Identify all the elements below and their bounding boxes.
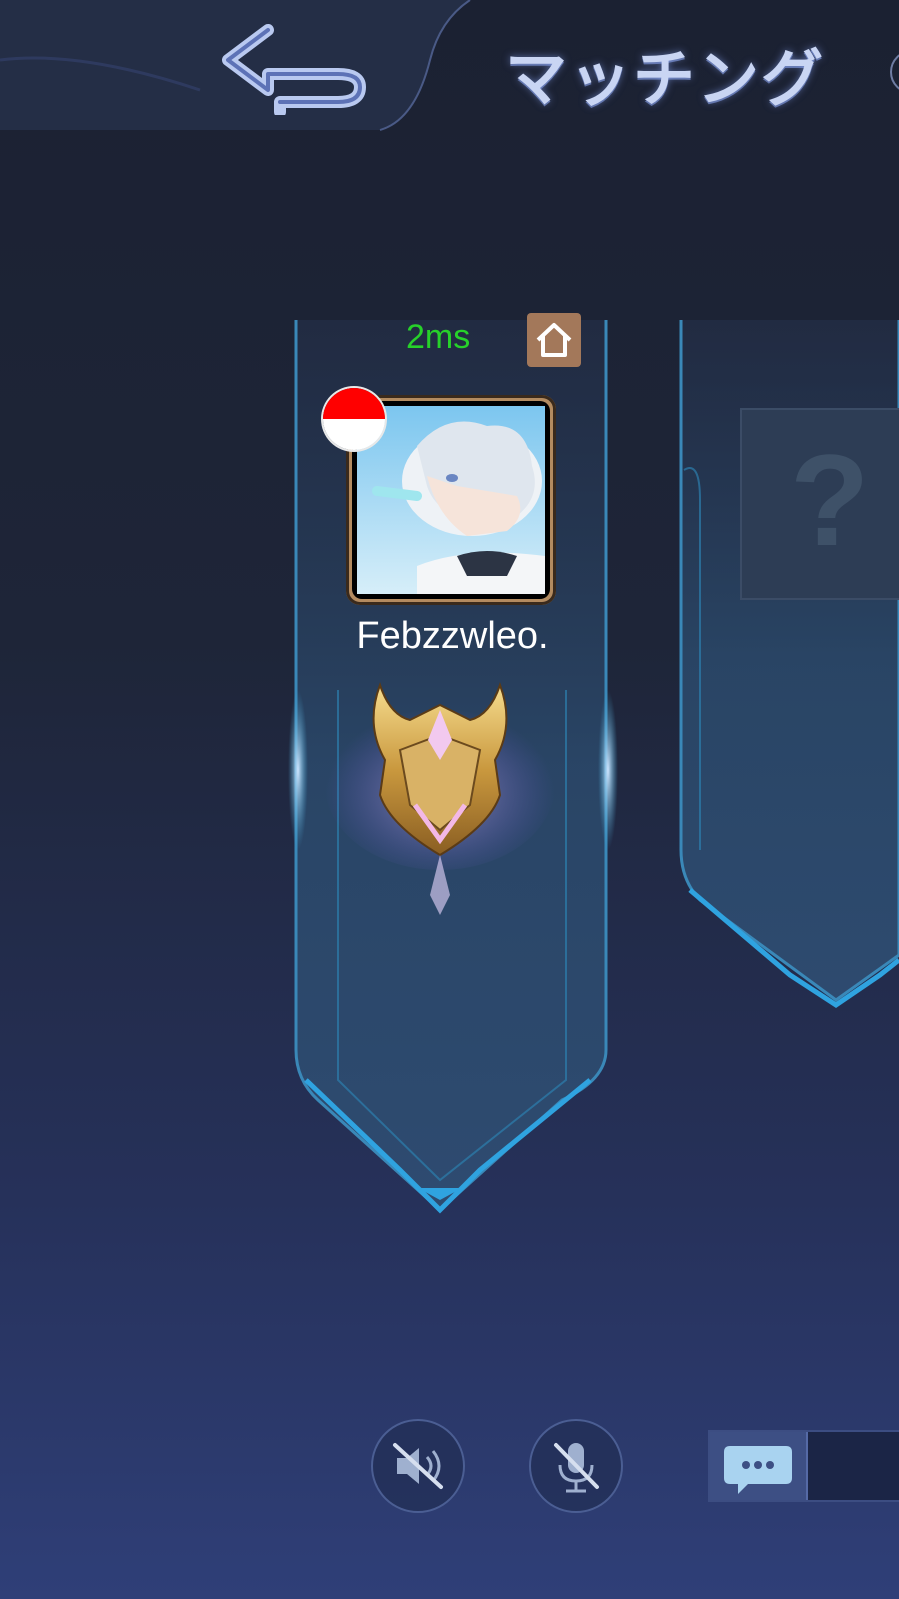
back-arrow-icon	[222, 24, 366, 118]
header-bar: マッチング	[0, 0, 899, 135]
chat-button[interactable]	[708, 1430, 899, 1502]
ping-indicator: 2ms	[406, 318, 471, 356]
page-title: マッチング	[505, 42, 826, 115]
avatar-image	[357, 406, 545, 594]
home-button[interactable]	[527, 313, 581, 367]
home-icon	[536, 323, 572, 357]
indonesia-flag-icon	[323, 388, 385, 450]
back-button[interactable]	[200, 20, 380, 118]
speaker-toggle-button[interactable]	[371, 1419, 465, 1513]
matching-screen: マッチング 2ms Febzzwleo. ?	[0, 0, 899, 1599]
question-mark-icon: ?	[790, 427, 870, 573]
player-name: Febzzwleo.	[356, 615, 549, 657]
mic-toggle-button[interactable]	[529, 1419, 623, 1513]
microphone-muted-icon	[554, 1443, 599, 1493]
mythic-rank-emblem-icon	[325, 682, 555, 915]
speaker-muted-icon	[393, 1443, 443, 1489]
chat-bubble-icon	[724, 1446, 792, 1494]
chat-icon-container	[710, 1432, 808, 1500]
